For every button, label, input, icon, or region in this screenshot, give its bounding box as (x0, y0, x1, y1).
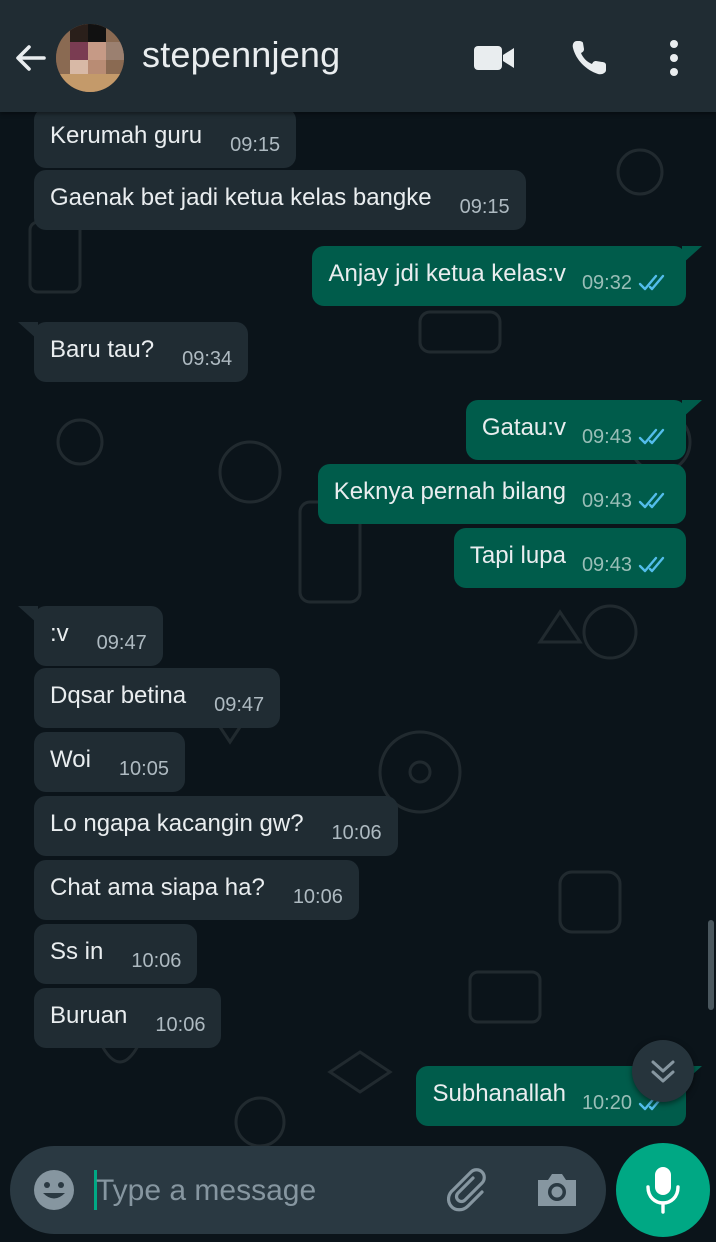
video-call-icon[interactable] (472, 38, 516, 78)
read-receipt-icon (638, 274, 665, 291)
message-text: Tapi lupa (469, 542, 566, 569)
back-arrow-icon[interactable] (10, 38, 50, 78)
message-text: Kerumah guru (50, 122, 203, 149)
voice-message-button[interactable] (616, 1143, 710, 1237)
message-text: Anjay jdi ketua kelas:v (328, 260, 566, 287)
incoming-message[interactable]: Chat ama siapa ha? 10:06 (34, 860, 359, 920)
message-time: 09:43 (581, 553, 632, 576)
incoming-message[interactable]: Woi 10:05 (34, 732, 185, 792)
outgoing-message[interactable]: Gatau:v 09:43 (465, 400, 702, 460)
message-time: 09:47 (96, 631, 147, 654)
incoming-message[interactable]: :v 09:47 (18, 606, 163, 666)
message-time: 09:47 (214, 693, 265, 716)
message-text: Subhanallah (432, 1080, 566, 1107)
message-list[interactable]: Kerumah guru 09:15 Gaenak bet jadi ketua k… (0, 112, 716, 1242)
message-time: 10:06 (331, 821, 382, 844)
message-input[interactable]: Type a message (96, 1174, 316, 1208)
incoming-message[interactable]: Kerumah guru 09:15 (34, 112, 297, 168)
message-text: Woi (50, 746, 91, 773)
message-text: Chat ama siapa ha? (50, 874, 265, 901)
message-text: Baru tau? (50, 336, 155, 363)
message-text: :v (50, 620, 69, 647)
incoming-message[interactable]: Buruan 10:06 (34, 988, 222, 1048)
message-time: 09:43 (581, 489, 632, 512)
chat-header: stepennjeng (0, 0, 716, 112)
message-time: 10:06 (292, 885, 343, 908)
outgoing-message[interactable]: Tapi lupa 09:43 (453, 528, 686, 588)
outgoing-message[interactable]: Anjay jdi ketua kelas:v 09:32 (312, 246, 702, 306)
phone-icon[interactable] (568, 38, 612, 78)
read-receipt-icon (638, 428, 665, 445)
message-text: Gatau:v (481, 414, 566, 441)
camera-icon[interactable] (534, 1168, 580, 1212)
message-text: Dqsar betina (50, 682, 187, 709)
incoming-message[interactable]: Gaenak bet jadi ketua kelas bangke 09:15 (34, 170, 526, 230)
attach-icon[interactable] (446, 1166, 494, 1214)
message-time: 09:15 (230, 133, 281, 156)
microphone-icon (646, 1167, 680, 1214)
incoming-message[interactable]: Dqsar betina 09:47 (34, 668, 281, 728)
emoji-icon[interactable] (32, 1168, 76, 1212)
incoming-message[interactable]: Baru tau? 09:34 (18, 322, 249, 382)
contact-avatar[interactable] (56, 24, 124, 92)
bubble-tail (682, 246, 702, 264)
message-text: Ss in (50, 938, 104, 965)
message-time: 10:06 (131, 949, 182, 972)
message-time: 09:32 (581, 271, 632, 294)
bubble-tail (18, 606, 38, 624)
outgoing-message[interactable]: Keknya pernah bilang 09:43 (317, 464, 686, 524)
bubble-tail (682, 400, 702, 418)
double-chevron-down-icon (651, 1060, 675, 1083)
more-vert-icon[interactable] (654, 38, 694, 78)
contact-name[interactable]: stepennjeng (142, 34, 340, 76)
message-time: 10:06 (155, 1013, 206, 1036)
message-time: 09:34 (182, 347, 233, 370)
read-receipt-icon (638, 556, 665, 573)
incoming-message[interactable]: Ss in 10:06 (34, 924, 198, 984)
message-time: 09:43 (581, 425, 632, 448)
message-text: Gaenak bet jadi ketua kelas bangke (50, 184, 432, 211)
message-time: 09:15 (459, 195, 510, 218)
message-text: Keknya pernah bilang (333, 478, 566, 505)
message-composer[interactable]: Type a message (10, 1146, 606, 1234)
message-time: 10:20 (581, 1091, 632, 1114)
scroll-to-bottom-button[interactable] (632, 1040, 694, 1102)
message-text: Buruan (50, 1002, 128, 1029)
message-time: 10:05 (118, 757, 169, 780)
scrollbar[interactable] (708, 920, 714, 1010)
read-receipt-icon (638, 492, 665, 509)
bubble-tail (18, 322, 38, 340)
message-text: Lo ngapa kacangin gw? (50, 810, 304, 837)
incoming-message[interactable]: Lo ngapa kacangin gw? 10:06 (34, 796, 398, 856)
